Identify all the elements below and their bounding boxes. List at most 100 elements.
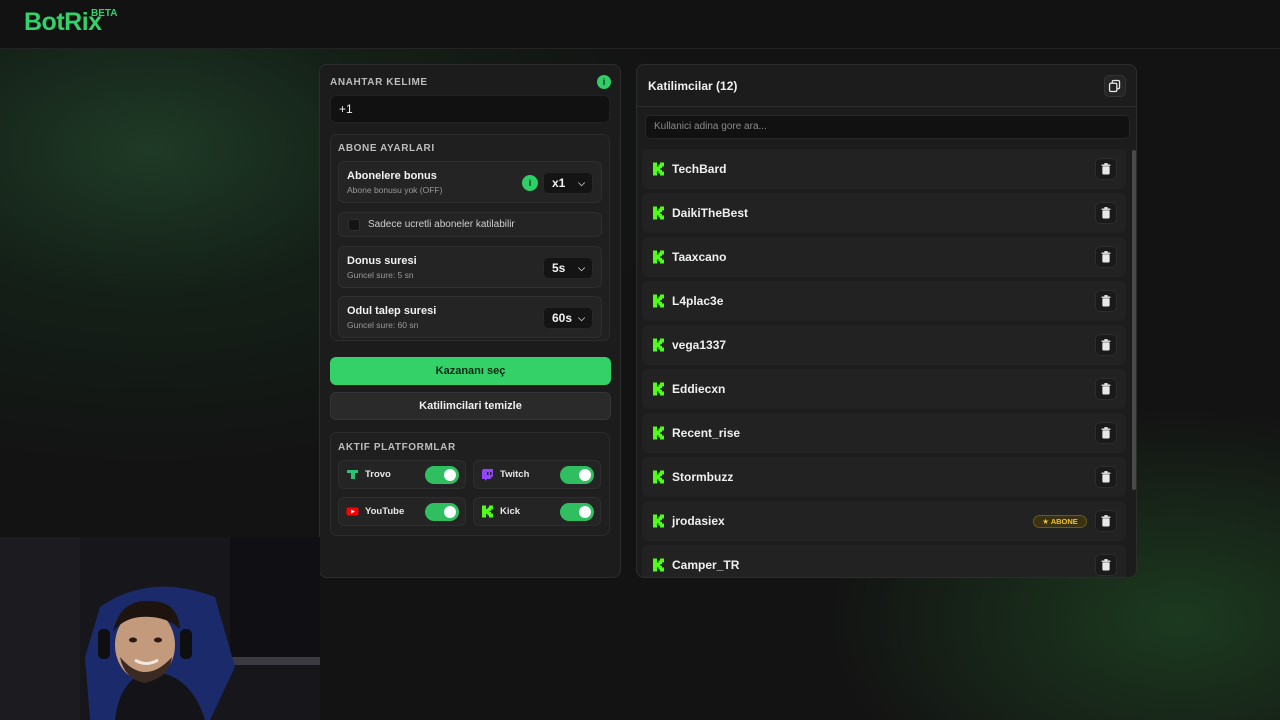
kick-icon (652, 558, 665, 577)
divider (637, 106, 1136, 107)
delete-participant-button[interactable] (1095, 378, 1117, 400)
claim-time-value: 60s (552, 311, 573, 325)
star-icon: ★ (1042, 517, 1051, 526)
trovo-icon (347, 470, 358, 479)
claim-time-title: Odul talep suresi (347, 305, 437, 317)
duration-value: 5s (552, 261, 566, 275)
platform-twitch: Twitch (473, 460, 601, 489)
participant-name: Eddiecxn (672, 382, 726, 396)
participant-name: TechBard (672, 162, 727, 176)
youtube-icon (346, 507, 359, 516)
keyword-info-icon[interactable]: i (597, 75, 611, 89)
participant-name: Taaxcano (672, 250, 727, 264)
participant-row[interactable]: Taaxcano (642, 237, 1126, 277)
twitch-toggle[interactable] (560, 466, 594, 484)
platform-name: YouTube (365, 506, 405, 517)
claim-time-desc: Guncel sure: 60 sn (347, 320, 419, 330)
participant-name: jrodasiex (672, 514, 725, 528)
claim-time-select[interactable]: 60s ⌵ (543, 307, 593, 329)
subscriber-badge-label: ABONE (1050, 517, 1078, 526)
participant-name: DaikiTheBest (672, 206, 749, 220)
chevron-down-icon: ⌵ (578, 178, 585, 188)
subscriber-bonus-info-icon[interactable]: i (522, 175, 538, 191)
copy-button[interactable] (1104, 75, 1126, 97)
duration-title: Donus suresi (347, 255, 417, 267)
delete-participant-button[interactable] (1095, 158, 1117, 180)
pick-winner-button[interactable]: Kazananı seç (330, 357, 611, 385)
participant-row[interactable]: DaikiTheBest (642, 193, 1126, 233)
participant-row[interactable]: Recent_rise (642, 413, 1126, 453)
chevron-down-icon: ⌵ (578, 313, 585, 323)
copy-icon (1108, 79, 1121, 93)
platform-kick: Kick (473, 497, 601, 526)
kick-icon (652, 294, 665, 313)
subscriber-bonus-row: Abonelere bonus Abone bonusu yok (OFF) i… (338, 161, 602, 203)
participant-name: Recent_rise (672, 426, 741, 440)
clear-participants-button[interactable]: Katilimcilari temizle (330, 392, 611, 420)
delete-participant-button[interactable] (1095, 334, 1117, 356)
webcam-overlay (0, 537, 320, 720)
kick-icon (652, 514, 665, 533)
platform-youtube: YouTube (338, 497, 466, 526)
active-platforms-label: AKTIF PLATFORMLAR (338, 442, 456, 453)
participant-row[interactable]: jrodasiex ★ ABONE (642, 501, 1126, 541)
delete-participant-button[interactable] (1095, 422, 1117, 444)
streamer-webcam-image (0, 537, 320, 720)
kick-icon (652, 382, 665, 401)
beta-badge: BETA (91, 8, 118, 19)
botrix-logo[interactable]: BotRix (24, 8, 102, 37)
chevron-down-icon: ⌵ (578, 263, 585, 273)
platform-name: Trovo (365, 469, 391, 480)
kick-icon (652, 470, 665, 489)
delete-participant-button[interactable] (1095, 554, 1117, 576)
participant-search-input[interactable]: Kullanici adina gore ara... (645, 115, 1130, 139)
kick-icon (652, 338, 665, 357)
paid-only-row[interactable]: Sadece ucretli aboneler katilabilir (338, 212, 602, 237)
delete-participant-button[interactable] (1095, 466, 1117, 488)
platform-name: Twitch (500, 469, 530, 480)
kick-icon (652, 426, 665, 445)
keyword-label: ANAHTAR KELIME (330, 77, 428, 88)
active-platforms-section: AKTIF PLATFORMLAR Trovo Twitch YouTube K… (330, 432, 610, 536)
keyword-input[interactable]: +1 (330, 95, 610, 123)
subscriber-settings-label: ABONE AYARLARI (338, 143, 435, 154)
delete-participant-button[interactable] (1095, 202, 1117, 224)
giveaway-settings-panel: ANAHTAR KELIME i +1 ABONE AYARLARI Abone… (319, 64, 621, 578)
youtube-toggle[interactable] (425, 503, 459, 521)
subscriber-bonus-value: x1 (552, 176, 566, 190)
participant-row[interactable]: L4plac3e (642, 281, 1126, 321)
subscriber-bonus-title: Abonelere bonus (347, 170, 437, 182)
platform-trovo: Trovo (338, 460, 466, 489)
participant-row[interactable]: Camper_TR (642, 545, 1126, 577)
duration-select[interactable]: 5s ⌵ (543, 257, 593, 279)
kick-icon (652, 250, 665, 269)
kick-toggle[interactable] (560, 503, 594, 521)
kick-icon (482, 505, 493, 518)
platform-name: Kick (500, 506, 521, 517)
participant-name: L4plac3e (672, 294, 724, 308)
subscriber-badge: ★ ABONE (1033, 515, 1087, 528)
subscriber-bonus-select[interactable]: x1 ⌵ (543, 172, 593, 194)
subscriber-settings-section: ABONE AYARLARI Abonelere bonus Abone bon… (330, 134, 610, 341)
paid-only-checkbox[interactable] (348, 219, 360, 231)
top-bar: BotRix BETA (0, 0, 1280, 49)
delete-participant-button[interactable] (1095, 510, 1117, 532)
trovo-toggle[interactable] (425, 466, 459, 484)
duration-desc: Guncel sure: 5 sn (347, 270, 414, 280)
delete-participant-button[interactable] (1095, 246, 1117, 268)
participant-name: Camper_TR (672, 558, 740, 572)
participant-row[interactable]: vega1337 (642, 325, 1126, 365)
participant-name: vega1337 (672, 338, 727, 352)
participant-row[interactable]: TechBard (642, 149, 1126, 189)
participant-row[interactable]: Stormbuzz (642, 457, 1126, 497)
participant-name: Stormbuzz (672, 470, 734, 484)
participant-row[interactable]: Eddiecxn (642, 369, 1126, 409)
duration-row: Donus suresi Guncel sure: 5 sn 5s ⌵ (338, 246, 602, 288)
delete-participant-button[interactable] (1095, 290, 1117, 312)
participants-panel: Katilimcilar (12) Kullanici adina gore a… (636, 64, 1137, 578)
kick-icon (652, 162, 665, 181)
paid-only-label: Sadece ucretli aboneler katilabilir (368, 219, 515, 230)
claim-time-row: Odul talep suresi Guncel sure: 60 sn 60s… (338, 296, 602, 338)
scrollbar[interactable] (1132, 150, 1136, 490)
subscriber-bonus-desc: Abone bonusu yok (OFF) (347, 185, 443, 195)
